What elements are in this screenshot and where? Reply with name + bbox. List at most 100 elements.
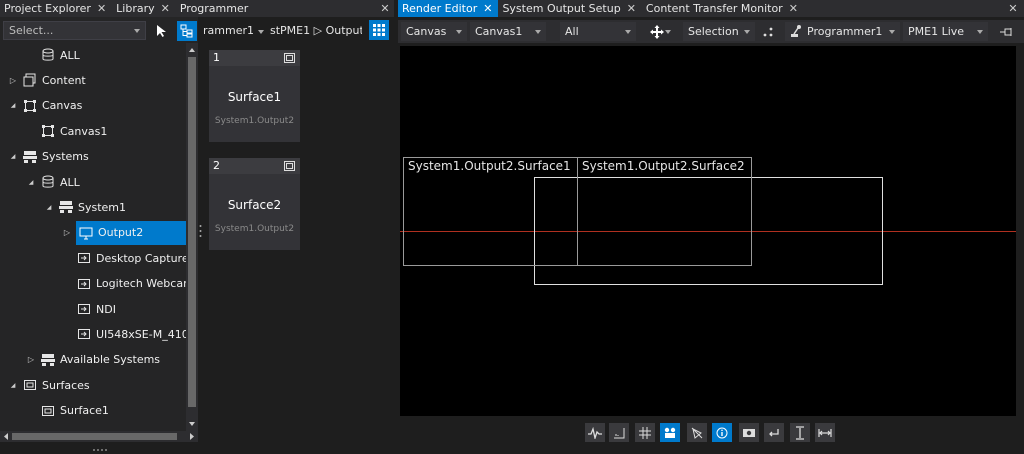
move-tool-combo[interactable] [641,22,673,42]
view-mode-combo[interactable]: Canvas [401,22,467,41]
scroll-right-icon[interactable] [187,431,197,442]
tree-item-label: Systems [42,150,89,164]
surface-name: Surface2 [227,198,282,212]
surface-output: System1.Output2 [214,116,295,126]
filter-combo[interactable]: All [560,22,636,41]
waveform-button[interactable] [585,423,605,442]
close-icon[interactable]: ✕ [483,2,492,15]
close-icon[interactable]: ✕ [627,2,636,15]
tree-item-all[interactable]: ◢ ALL [26,170,80,194]
vertical-scrollbar[interactable] [186,43,198,431]
close-icon[interactable]: ✕ [789,2,798,15]
grid-button[interactable] [635,423,655,442]
expand-icon[interactable]: ▷ [62,228,72,238]
maximize-icon[interactable] [284,161,295,171]
content-icon [22,72,38,88]
surface-card[interactable]: 2 Surface2 System1.Output2 [209,158,300,250]
live-output-combo[interactable]: PME1 Live [903,22,988,41]
close-icon[interactable]: ✕ [161,2,170,15]
tab-label: Content Transfer Monitor [645,2,783,15]
tab-library[interactable]: Library ✕ [112,0,176,17]
selection-mode-value: Selection [688,25,739,38]
collapse-icon[interactable]: ◢ [8,152,18,162]
tab-project-explorer[interactable]: Project Explorer ✕ [0,0,112,17]
tab-content-transfer-monitor[interactable]: Content Transfer Monitor ✕ [642,0,804,17]
pin-button[interactable] [994,22,1018,42]
selection-mode-combo[interactable]: Selection [683,22,755,41]
output-combo[interactable]: stPME1 ▷ Output2 [268,20,362,42]
tab-render-editor[interactable]: Render Editor ✕ [398,0,499,17]
expand-icon[interactable]: ▷ [8,75,18,85]
close-icon[interactable]: ✕ [378,0,392,17]
tree-item-content[interactable]: ▷ Content [8,68,86,92]
collapse-icon[interactable]: ◢ [8,101,18,111]
surface-rect[interactable]: System1.Output2.Surface1 [403,157,578,266]
project-explorer-panel: Select... ALL ▷ Content ◢ Canvas Canvas1 ◢ Syst… [0,17,198,442]
surface-rect[interactable]: System1.Output2.Surface2 [577,157,752,266]
tree-item-systems[interactable]: ◢ Systems [8,145,89,169]
return-button[interactable] [764,423,784,442]
output-combo-value: stPME1 ▷ Output2 [270,24,362,37]
tree-item-all[interactable]: ALL [26,43,80,67]
collapse-icon[interactable]: ◢ [26,177,36,187]
programmer-select-combo[interactable]: Programmer1 [785,22,900,41]
expand-icon[interactable]: ▷ [26,355,36,365]
tree-item-surface1[interactable]: Surface1 [26,399,109,423]
tree-item-system1[interactable]: ◢ System1 [44,195,126,219]
scroll-left-icon[interactable] [1,431,11,442]
collapse-icon[interactable]: ◢ [8,380,18,390]
tree-item-ndi[interactable]: NDI [62,297,116,321]
horizontal-scrollbar[interactable] [0,431,198,442]
tree-item-canvas1[interactable]: Canvas1 [26,119,107,143]
splitter-grip[interactable] [92,442,108,451]
programmer-combo[interactable]: rammer1 [202,20,266,42]
cursor-icon [157,25,166,37]
surface-number: 2 [213,159,220,172]
horizontal-fit-button[interactable] [815,423,835,442]
select-filter-combo[interactable]: Select... [3,21,146,40]
surface-rect-label: System1.Output2.Surface2 [582,159,745,173]
tree-item-desktop-capture[interactable]: Desktop Capture [62,246,186,270]
programmer-panel: rammer1 stPME1 ▷ Output2 1 Surface1 Syst… [202,17,394,442]
tree-item-available-systems[interactable]: ▷ Available Systems [26,348,160,372]
scrollbar-thumb[interactable] [12,433,177,440]
close-icon[interactable]: ✕ [97,2,106,15]
camera-group-button[interactable] [660,423,680,442]
scroll-down-icon[interactable] [186,419,198,429]
tree-item-label: NDI [96,302,116,316]
render-viewport[interactable]: System1.Output2.Surface1 System1.Output2… [400,46,1016,416]
tree-item-canvas[interactable]: ◢ Canvas [8,94,83,118]
tab-label: System Output Setup [502,2,621,15]
camera-button[interactable] [739,423,759,442]
tree-item-surfaces[interactable]: ◢ Surfaces [8,373,90,397]
tree-item-logitech-webcam[interactable]: Logitech Webcam [62,272,186,296]
maximize-icon[interactable] [284,53,295,63]
tab-system-output-setup[interactable]: System Output Setup ✕ [498,0,641,17]
collapse-icon[interactable]: ◢ [44,202,54,212]
tree-item-output2[interactable]: Output2 [76,220,186,245]
grid-layout-button[interactable] [369,20,389,40]
no-shape-button[interactable] [687,423,707,442]
canvas-combo[interactable]: Canvas1 [470,22,546,41]
filter-value: All [565,25,579,38]
move-icon [650,25,664,39]
ramp-button[interactable] [609,423,629,442]
scroll-up-icon[interactable] [186,45,198,55]
pointer-tool-button[interactable] [152,21,172,41]
info-button[interactable] [712,423,732,442]
connect-button[interactable] [760,22,776,42]
tab-programmer[interactable]: Programmer [176,0,254,17]
grip-icon [93,449,107,451]
surface-card[interactable]: 1 Surface1 System1.Output2 [209,50,300,142]
vertical-fit-button[interactable] [790,423,810,442]
close-icon[interactable]: ✕ [1006,0,1020,17]
chevron-down-icon [258,30,264,34]
canvas-icon [40,123,56,139]
tab-label: Render Editor [402,2,478,15]
ramp-icon [613,427,625,439]
scrollbar-thumb[interactable] [188,57,196,407]
tree-item-ui548xse-m-41020[interactable]: UI548xSE-M_41020 [62,322,186,346]
chevron-down-icon [744,29,750,34]
tree-view-button[interactable] [177,21,197,41]
